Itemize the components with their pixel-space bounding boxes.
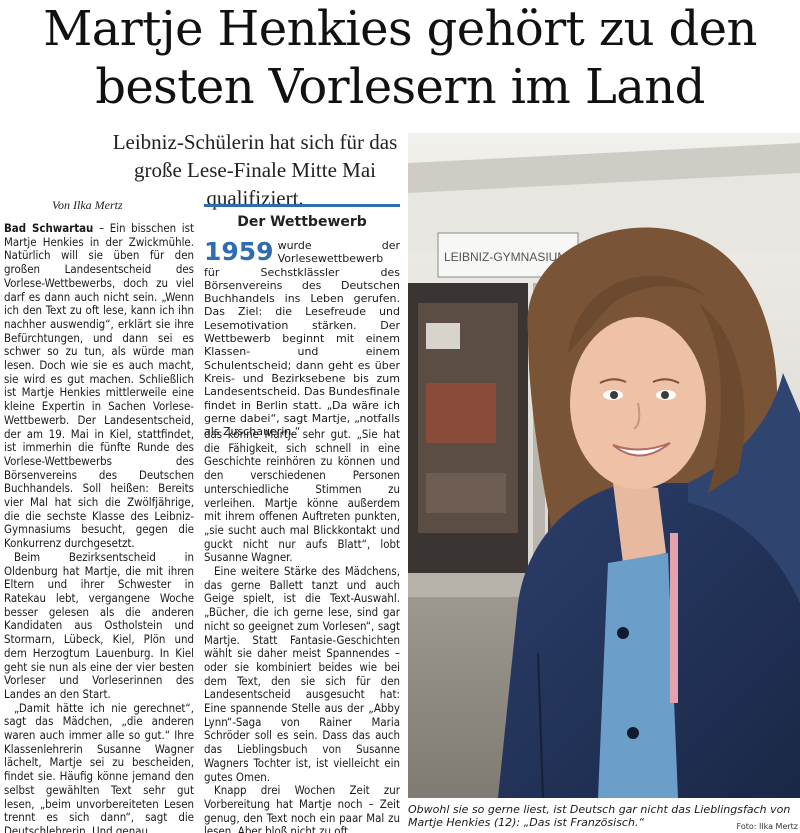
article-paragraph: Bad Schwartau – Ein bisschen ist Martje … <box>4 221 194 551</box>
article-paragraph: „Damit hätte ich nie gerechnet“, sagt da… <box>4 700 194 833</box>
info-box: Der Wettbewerb 1959 wurde der Vorlesewett… <box>204 204 400 438</box>
caption-line-1: Obwohl sie so gerne liest, ist Deutsch g… <box>408 803 791 816</box>
article-column-1: Bad Schwartau – Ein bisschen ist Martje … <box>4 221 194 833</box>
info-box-year: 1959 <box>204 237 274 266</box>
photo-credit: Foto: Ilka Mertz <box>736 822 798 831</box>
article-paragraph: Knapp drei Wochen Zeit zur Vorbereitung … <box>204 783 400 833</box>
article-paragraph: Eine weitere Stärke des Mädchens, das ge… <box>204 564 400 784</box>
article-paragraph: Beim Bezirksentscheid in Oldenburg hat M… <box>4 549 194 701</box>
article-column-2: das könne Martje sehr gut. „Sie hat die … <box>204 427 400 833</box>
info-box-title: Der Wettbewerb <box>237 214 367 230</box>
photo-illustration: LEIBNIZ-GYMNASIUM <box>408 133 800 798</box>
paragraph-text: – Ein bisschen ist Martje Henkies in der… <box>4 221 194 551</box>
headline: Martje Henkies gehört zu den besten Vorl… <box>0 0 800 116</box>
headline-line-1: Martje Henkies gehört zu den <box>43 1 757 57</box>
subtitle: Leibniz-Schülerin hat sich für das große… <box>110 128 400 212</box>
article-photo: LEIBNIZ-GYMNASIUM <box>408 133 800 798</box>
info-box-text: wurde der Vorlesewettbewerb für Sechstkl… <box>204 239 400 439</box>
byline: Von Ilka Mertz <box>52 198 123 212</box>
article-paragraph: das könne Martje sehr gut. „Sie hat die … <box>204 427 400 565</box>
school-sign: LEIBNIZ-GYMNASIUM <box>444 250 567 264</box>
placeline: Bad Schwartau <box>4 221 94 235</box>
subtitle-line-1: Leibniz-Schülerin hat sich für das <box>112 130 398 154</box>
headline-line-2: besten Vorlesern im Land <box>95 59 705 115</box>
info-box-body: 1959 wurde der Vorlesewettbewerb für Sech… <box>204 237 400 439</box>
